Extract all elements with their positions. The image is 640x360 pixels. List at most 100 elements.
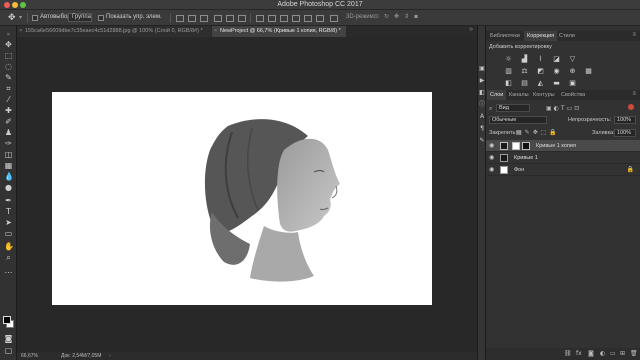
layer-row[interactable]: ◉ Кривые 1 копия xyxy=(486,140,640,152)
dodge-tool-icon[interactable]: ● xyxy=(4,183,13,192)
layer-name[interactable]: Фон xyxy=(514,167,524,173)
vibrance-icon[interactable]: ▽ xyxy=(568,56,577,63)
posterize-icon[interactable]: ▤ xyxy=(520,80,529,87)
marquee-tool-icon[interactable]: ⬚ xyxy=(4,51,13,60)
pan-3d-icon[interactable]: ✥ xyxy=(394,13,399,20)
channel-mixer-icon[interactable]: ⊕ xyxy=(568,68,577,75)
layer-filter-icons[interactable]: ▣◐T▭⊡ xyxy=(546,105,581,112)
paragraph-panel-icon[interactable]: ¶ xyxy=(479,126,485,132)
auto-select-dropdown[interactable]: Группа xyxy=(68,13,92,22)
threshold-icon[interactable]: ◭ xyxy=(536,80,545,87)
align-vcenter-icon[interactable] xyxy=(188,15,196,22)
more-tools-icon[interactable]: … xyxy=(4,266,13,275)
tabs-overflow-icon[interactable]: » xyxy=(469,26,473,33)
levels-icon[interactable]: ▟ xyxy=(520,56,529,63)
clone-stamp-tool-icon[interactable]: ♟ xyxy=(4,128,13,137)
filter-toggle[interactable] xyxy=(628,104,634,110)
distribute-hcenter-icon[interactable] xyxy=(304,15,312,22)
align-top-icon[interactable] xyxy=(176,15,184,22)
layer-filter-select[interactable]: Вид xyxy=(496,104,530,112)
roll-3d-icon[interactable]: ↻ xyxy=(384,13,389,20)
brush-tool-icon[interactable]: ✐ xyxy=(4,117,13,126)
close-tab-icon[interactable]: × xyxy=(19,26,22,37)
quick-mask-icon[interactable]: ◙ xyxy=(4,334,13,343)
tab-layers[interactable]: Слои xyxy=(487,90,507,100)
tab-libraries[interactable]: Библиотеки xyxy=(487,31,523,41)
chevron-right-icon[interactable]: › xyxy=(109,352,111,360)
quick-selection-tool-icon[interactable]: ✎ xyxy=(4,73,13,82)
panel-menu-icon[interactable]: ≡ xyxy=(632,32,636,38)
close-tab-icon[interactable]: × xyxy=(214,26,217,37)
add-mask-icon[interactable]: ◙ xyxy=(588,350,594,357)
align-hcenter-icon[interactable] xyxy=(226,15,234,22)
move-tool-icon[interactable]: ✥ xyxy=(4,40,13,49)
pen-tool-icon[interactable]: ✒ xyxy=(4,196,13,205)
tab-newproject[interactable]: × NewProject @ 66,7% (Кривые 1 копия, RG… xyxy=(212,26,346,37)
align-left-icon[interactable] xyxy=(214,15,222,22)
panel-menu-icon[interactable]: ≡ xyxy=(632,91,636,97)
distribute-vcenter-icon[interactable] xyxy=(268,15,276,22)
auto-select-checkbox[interactable] xyxy=(32,15,38,21)
slide-3d-icon[interactable]: ⇕ xyxy=(404,13,409,20)
character-panel-icon[interactable]: A xyxy=(479,114,485,120)
eraser-tool-icon[interactable]: ◫ xyxy=(4,150,13,159)
canvas-area[interactable] xyxy=(17,37,477,352)
opacity-input[interactable]: 100% xyxy=(614,116,636,124)
distribute-top-icon[interactable] xyxy=(256,15,264,22)
layer-row[interactable]: ◉ Кривые 1 xyxy=(486,152,640,164)
layer-mask-thumbnail[interactable] xyxy=(512,142,520,150)
zoom-level[interactable]: 66,67% xyxy=(21,352,38,360)
type-tool-icon[interactable]: T xyxy=(4,207,13,216)
distribute-left-icon[interactable] xyxy=(292,15,300,22)
layer-name[interactable]: Кривые 1 xyxy=(514,155,538,161)
distribute-right-icon[interactable] xyxy=(316,15,324,22)
rectangle-tool-icon[interactable]: ▭ xyxy=(4,229,13,238)
move-tool-icon[interactable]: ✥ xyxy=(8,13,16,23)
align-right-icon[interactable] xyxy=(238,15,246,22)
new-adjustment-icon[interactable]: ◐ xyxy=(600,350,605,357)
tab-channels[interactable]: Каналы xyxy=(506,90,532,100)
new-group-icon[interactable]: ▭ xyxy=(610,350,616,357)
foreground-color-swatch[interactable] xyxy=(3,316,11,324)
link-layers-icon[interactable]: ⛓ xyxy=(564,350,572,357)
chevron-down-icon[interactable]: ▾ xyxy=(19,14,22,21)
tab-adjustments[interactable]: Коррекция xyxy=(524,31,558,41)
tab-paths[interactable]: Контуры xyxy=(530,90,558,100)
auto-align-icon[interactable] xyxy=(330,15,338,22)
align-bottom-icon[interactable] xyxy=(200,15,208,22)
curves-icon[interactable]: ⌇ xyxy=(536,56,545,63)
selective-color-icon[interactable]: ▣ xyxy=(568,80,577,87)
visibility-eye-icon[interactable]: ◉ xyxy=(489,166,494,173)
color-lookup-icon[interactable]: ▦ xyxy=(584,68,593,75)
crop-tool-icon[interactable]: ⌗ xyxy=(4,84,13,93)
path-selection-tool-icon[interactable]: ➤ xyxy=(4,218,13,227)
tab-properties[interactable]: Свойства xyxy=(558,90,588,100)
delete-layer-icon[interactable]: 🗑 xyxy=(630,350,638,357)
hue-saturation-icon[interactable]: ▥ xyxy=(504,68,513,75)
blur-tool-icon[interactable]: 💧 xyxy=(4,172,14,181)
layer-style-icon[interactable]: fx xyxy=(576,350,582,357)
hand-tool-icon[interactable]: ✋ xyxy=(4,242,14,251)
brightness-contrast-icon[interactable]: ☼ xyxy=(504,56,513,63)
tab-styles[interactable]: Стили xyxy=(556,31,578,41)
info-panel-icon[interactable]: ⓘ xyxy=(479,102,485,108)
visibility-eye-icon[interactable]: ◉ xyxy=(489,154,494,161)
collapse-toolbar-icon[interactable]: » xyxy=(4,30,13,39)
distribute-bottom-icon[interactable] xyxy=(280,15,288,22)
new-layer-icon[interactable]: ⊞ xyxy=(620,350,625,357)
fill-input[interactable]: 100% xyxy=(614,129,636,137)
visibility-eye-icon[interactable]: ◉ xyxy=(489,142,494,149)
actions-panel-icon[interactable]: ▶ xyxy=(479,78,485,84)
layer-name[interactable]: Кривые 1 копия xyxy=(536,143,576,149)
gradient-map-icon[interactable]: ▬ xyxy=(552,80,561,87)
gradient-tool-icon[interactable]: ▦ xyxy=(4,161,13,170)
layer-row[interactable]: ◉ Фон 🔒 xyxy=(486,164,640,176)
screen-mode-icon[interactable]: ▢ xyxy=(4,346,13,355)
exposure-icon[interactable]: ◪ xyxy=(552,56,561,63)
tab-document-jpg[interactable]: × 155ca6e56609dbe7c35eaec4c51d2888.jpg @… xyxy=(17,26,211,37)
history-panel-icon[interactable]: ▣ xyxy=(479,66,485,72)
brushes-panel-icon[interactable]: ✎ xyxy=(479,138,485,144)
lock-icons[interactable]: ▦✎✥⬚🔒 xyxy=(516,129,560,136)
zoom-tool-icon[interactable]: ⌕ xyxy=(4,253,13,262)
black-white-icon[interactable]: ◩ xyxy=(536,68,545,75)
